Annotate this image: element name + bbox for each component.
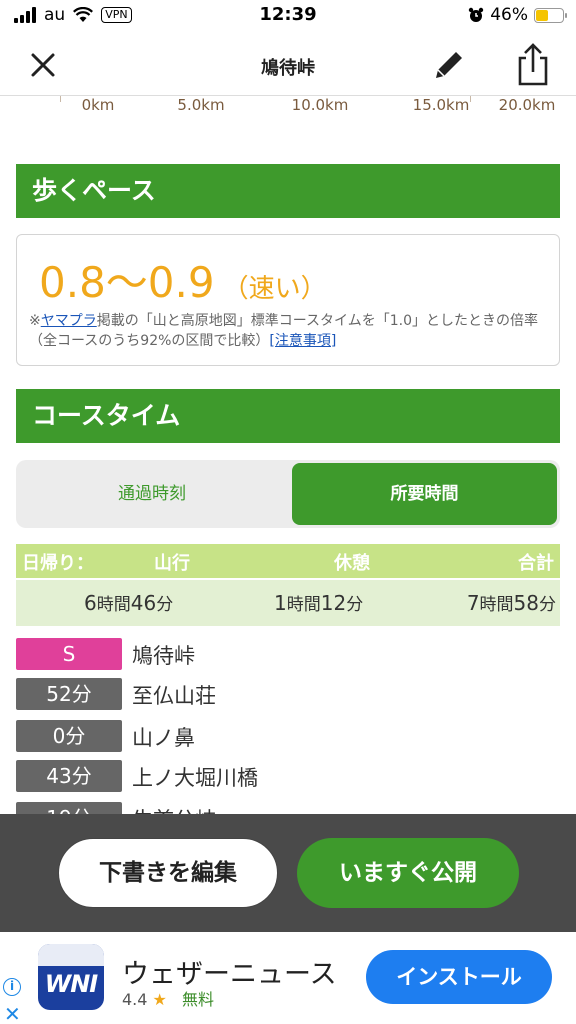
axis-tick (470, 96, 471, 102)
caution-link[interactable]: [注意事項] (269, 333, 336, 349)
ad-price: 無料 (181, 990, 214, 1009)
waypoint-name: 鳩待峠 (132, 644, 195, 668)
content-area[interactable]: 0km 5.0km 10.0km 15.0km 20.0km 歩くペース 0.8… (0, 96, 576, 814)
page-title: 鳩待峠 (261, 58, 315, 79)
axis-label: 5.0km (177, 96, 225, 114)
yamapla-link[interactable]: ヤマプラ (41, 313, 97, 329)
axis-label: 10.0km (291, 96, 349, 114)
waypoint-name: 山ノ鼻 (132, 726, 195, 750)
tab-passing-time[interactable]: 通過時刻 (16, 460, 288, 528)
pace-section-header: 歩くペース (16, 164, 560, 218)
waypoint-badge: 43分 (16, 760, 122, 792)
waypoint-row[interactable]: 43分 上ノ大堀川橋 (16, 760, 560, 794)
edit-draft-button[interactable]: 下書きを編集 (58, 838, 278, 908)
waypoint-row[interactable]: 52分 至仏山荘 (16, 678, 560, 712)
ad-banner[interactable]: i ✕ WNI ウェザーニュース 4.4 ★ 無料 インストール (0, 932, 576, 1024)
battery-level (536, 9, 548, 21)
waypoint-name: 牛首分岐 (132, 804, 216, 814)
rest-label: 休憩 (334, 553, 370, 574)
trip-type-label: 日帰り： (22, 553, 94, 574)
pace-number: 0.8〜0.9 (39, 258, 215, 307)
course-time-section-header: コースタイム (16, 389, 560, 443)
waypoint-badge: 19分 (16, 802, 122, 814)
star-icon: ★ (152, 990, 167, 1009)
walk-label: 山行 (154, 553, 190, 574)
ad-close-icon[interactable]: ✕ (4, 1002, 21, 1024)
pace-note: ※ヤマプラ掲載の「山と高原地図」標準コースタイムを「1.0」としたときの倍率（全… (29, 311, 549, 351)
waypoint-badge: 0分 (16, 720, 122, 752)
pencil-icon[interactable] (430, 46, 468, 84)
pace-value: 0.8〜0.9 （速い） (39, 249, 327, 310)
status-right: 46% (468, 5, 567, 25)
waypoint-badge: 52分 (16, 678, 122, 710)
course-summary-header: 日帰り： 山行 休憩 合計 (16, 544, 560, 578)
waypoint-row[interactable]: 0分 山ノ鼻 (16, 720, 560, 754)
ad-install-button[interactable]: インストール (366, 950, 552, 1004)
battery-icon (534, 7, 567, 23)
ad-rating-value: 4.4 (122, 990, 148, 1009)
nav-bar: 鳩待峠 (0, 34, 576, 96)
alarm-icon (469, 7, 484, 22)
rest-time: 1時間12分 (274, 591, 364, 615)
status-bar: au VPN 12:39 46% (0, 0, 576, 34)
share-icon[interactable] (512, 42, 554, 88)
pace-grade: （速い） (222, 274, 327, 304)
ad-info-icon[interactable]: i (3, 978, 21, 996)
waypoint-row[interactable]: S 鳩待峠 (16, 638, 560, 672)
course-summary-values: 6時間46分 1時間12分 7時間58分 (16, 580, 560, 626)
publish-now-button[interactable]: いますぐ公開 (297, 838, 519, 908)
walk-time: 6時間46分 (84, 591, 174, 615)
total-time: 7時間58分 (466, 591, 556, 615)
waypoint-name: 上ノ大堀川橋 (132, 766, 258, 790)
pace-box: 0.8〜0.9 （速い） ※ヤマプラ掲載の「山と高原地図」標準コースタイムを「1.… (16, 234, 560, 366)
axis-label: 15.0km (412, 96, 470, 114)
weathernews-logo: WNI (38, 944, 104, 1010)
waypoint-name: 至仏山荘 (132, 684, 216, 708)
axis-label: 0km (81, 96, 115, 114)
ad-rating: 4.4 ★ 無料 (122, 986, 214, 1010)
battery-percent: 46% (490, 5, 528, 25)
axis-tick (60, 96, 61, 102)
distance-axis: 0km 5.0km 10.0km 15.0km 20.0km (0, 96, 576, 118)
axis-label: 20.0km (498, 96, 556, 114)
total-label: 合計 (518, 553, 554, 574)
waypoint-row[interactable]: 19分 牛首分岐 (16, 802, 560, 814)
tab-required-time[interactable]: 所要時間 (292, 463, 557, 525)
waypoint-badge: S (16, 638, 122, 670)
action-bar: 下書きを編集 いますぐ公開 (0, 814, 576, 932)
note-mark: ※ (29, 313, 41, 329)
time-mode-toggle: 通過時刻 所要時間 (16, 460, 560, 528)
